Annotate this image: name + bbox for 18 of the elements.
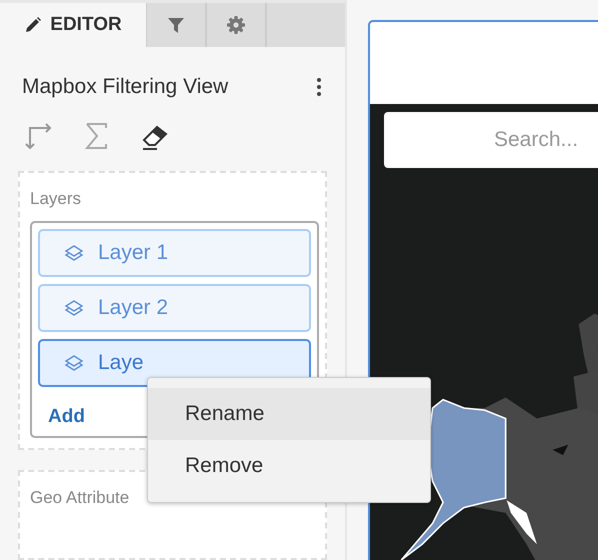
menu-item[interactable]: Remove — [148, 440, 430, 492]
filter-tab[interactable] — [147, 3, 207, 47]
sigma-icon[interactable] — [84, 122, 110, 150]
settings-tab[interactable] — [207, 3, 267, 47]
editor-tab[interactable]: EDITOR — [0, 3, 147, 47]
layers-icon — [64, 298, 84, 318]
filter-icon — [167, 16, 185, 34]
view-title: Mapbox Filtering View — [22, 75, 228, 99]
menu-item[interactable]: Rename — [148, 388, 430, 440]
pencil-icon — [24, 16, 42, 34]
layer-item[interactable]: Layer 2 — [38, 284, 311, 332]
layers-icon — [64, 353, 84, 373]
search-field[interactable]: Search... — [384, 112, 598, 168]
swap-axes-icon[interactable] — [24, 121, 54, 151]
layer-item[interactable]: Layer 1 — [38, 229, 311, 277]
layers-icon — [64, 243, 84, 263]
layers-label: Layers — [30, 189, 82, 209]
geo-attribute-label: Geo Attribute — [30, 488, 130, 508]
